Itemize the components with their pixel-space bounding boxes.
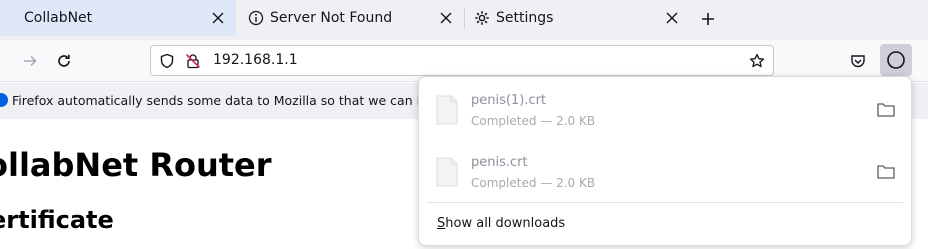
show-all-downloads-button[interactable]: Show all downloads bbox=[437, 216, 565, 231]
tab-settings[interactable]: Settings bbox=[464, 0, 690, 36]
page-subtitle: ertificate bbox=[0, 206, 114, 234]
new-tab-button[interactable] bbox=[697, 8, 719, 30]
close-icon[interactable] bbox=[438, 10, 454, 26]
downloads-button[interactable] bbox=[880, 44, 912, 76]
download-status: Completed — 2.0 KB bbox=[471, 114, 596, 128]
file-icon bbox=[435, 157, 459, 187]
close-icon[interactable] bbox=[664, 10, 680, 26]
reload-icon bbox=[58, 54, 70, 67]
shield-icon[interactable] bbox=[159, 53, 175, 69]
tab-label: Server Not Found bbox=[270, 10, 393, 26]
downloads-panel: penis(1).crt Completed — 2.0 KB penis.cr… bbox=[418, 76, 912, 246]
panel-divider bbox=[427, 202, 903, 203]
file-icon bbox=[435, 95, 459, 125]
info-icon bbox=[0, 93, 8, 107]
forward-button[interactable] bbox=[18, 49, 42, 73]
download-item[interactable]: penis(1).crt Completed — 2.0 KB bbox=[425, 83, 907, 139]
pocket-button[interactable] bbox=[846, 49, 870, 73]
insecure-lock-icon[interactable] bbox=[185, 53, 201, 69]
arrow-right-icon bbox=[24, 55, 37, 67]
download-filename: penis(1).crt bbox=[471, 93, 547, 108]
tab-strip: CollabNet Server Not Found Settings bbox=[0, 0, 928, 40]
tab-collabnet[interactable]: CollabNet bbox=[0, 0, 236, 36]
download-filename: penis.crt bbox=[471, 155, 528, 170]
downloads-progress-icon bbox=[887, 51, 905, 69]
info-icon bbox=[248, 10, 264, 26]
reload-button[interactable] bbox=[52, 49, 76, 73]
gear-icon bbox=[474, 10, 490, 26]
tab-server-not-found[interactable]: Server Not Found bbox=[238, 0, 464, 36]
url-text[interactable]: 192.168.1.1 bbox=[213, 52, 298, 68]
address-bar[interactable]: 192.168.1.1 bbox=[150, 45, 774, 76]
close-icon[interactable] bbox=[210, 10, 226, 26]
notification-text: Firefox automatically sends some data to… bbox=[12, 93, 441, 108]
download-status: Completed — 2.0 KB bbox=[471, 176, 596, 190]
page-title: ollabNet Router bbox=[0, 146, 272, 184]
plus-icon bbox=[702, 13, 714, 25]
tab-label: Settings bbox=[496, 10, 554, 26]
tab-label: CollabNet bbox=[24, 10, 93, 26]
folder-icon[interactable] bbox=[877, 163, 895, 179]
pocket-icon bbox=[851, 55, 865, 68]
folder-icon[interactable] bbox=[877, 101, 895, 117]
show-all-label: how all downloads bbox=[445, 216, 566, 231]
bookmark-star-icon[interactable] bbox=[749, 53, 765, 69]
download-item[interactable]: penis.crt Completed — 2.0 KB bbox=[425, 145, 907, 201]
